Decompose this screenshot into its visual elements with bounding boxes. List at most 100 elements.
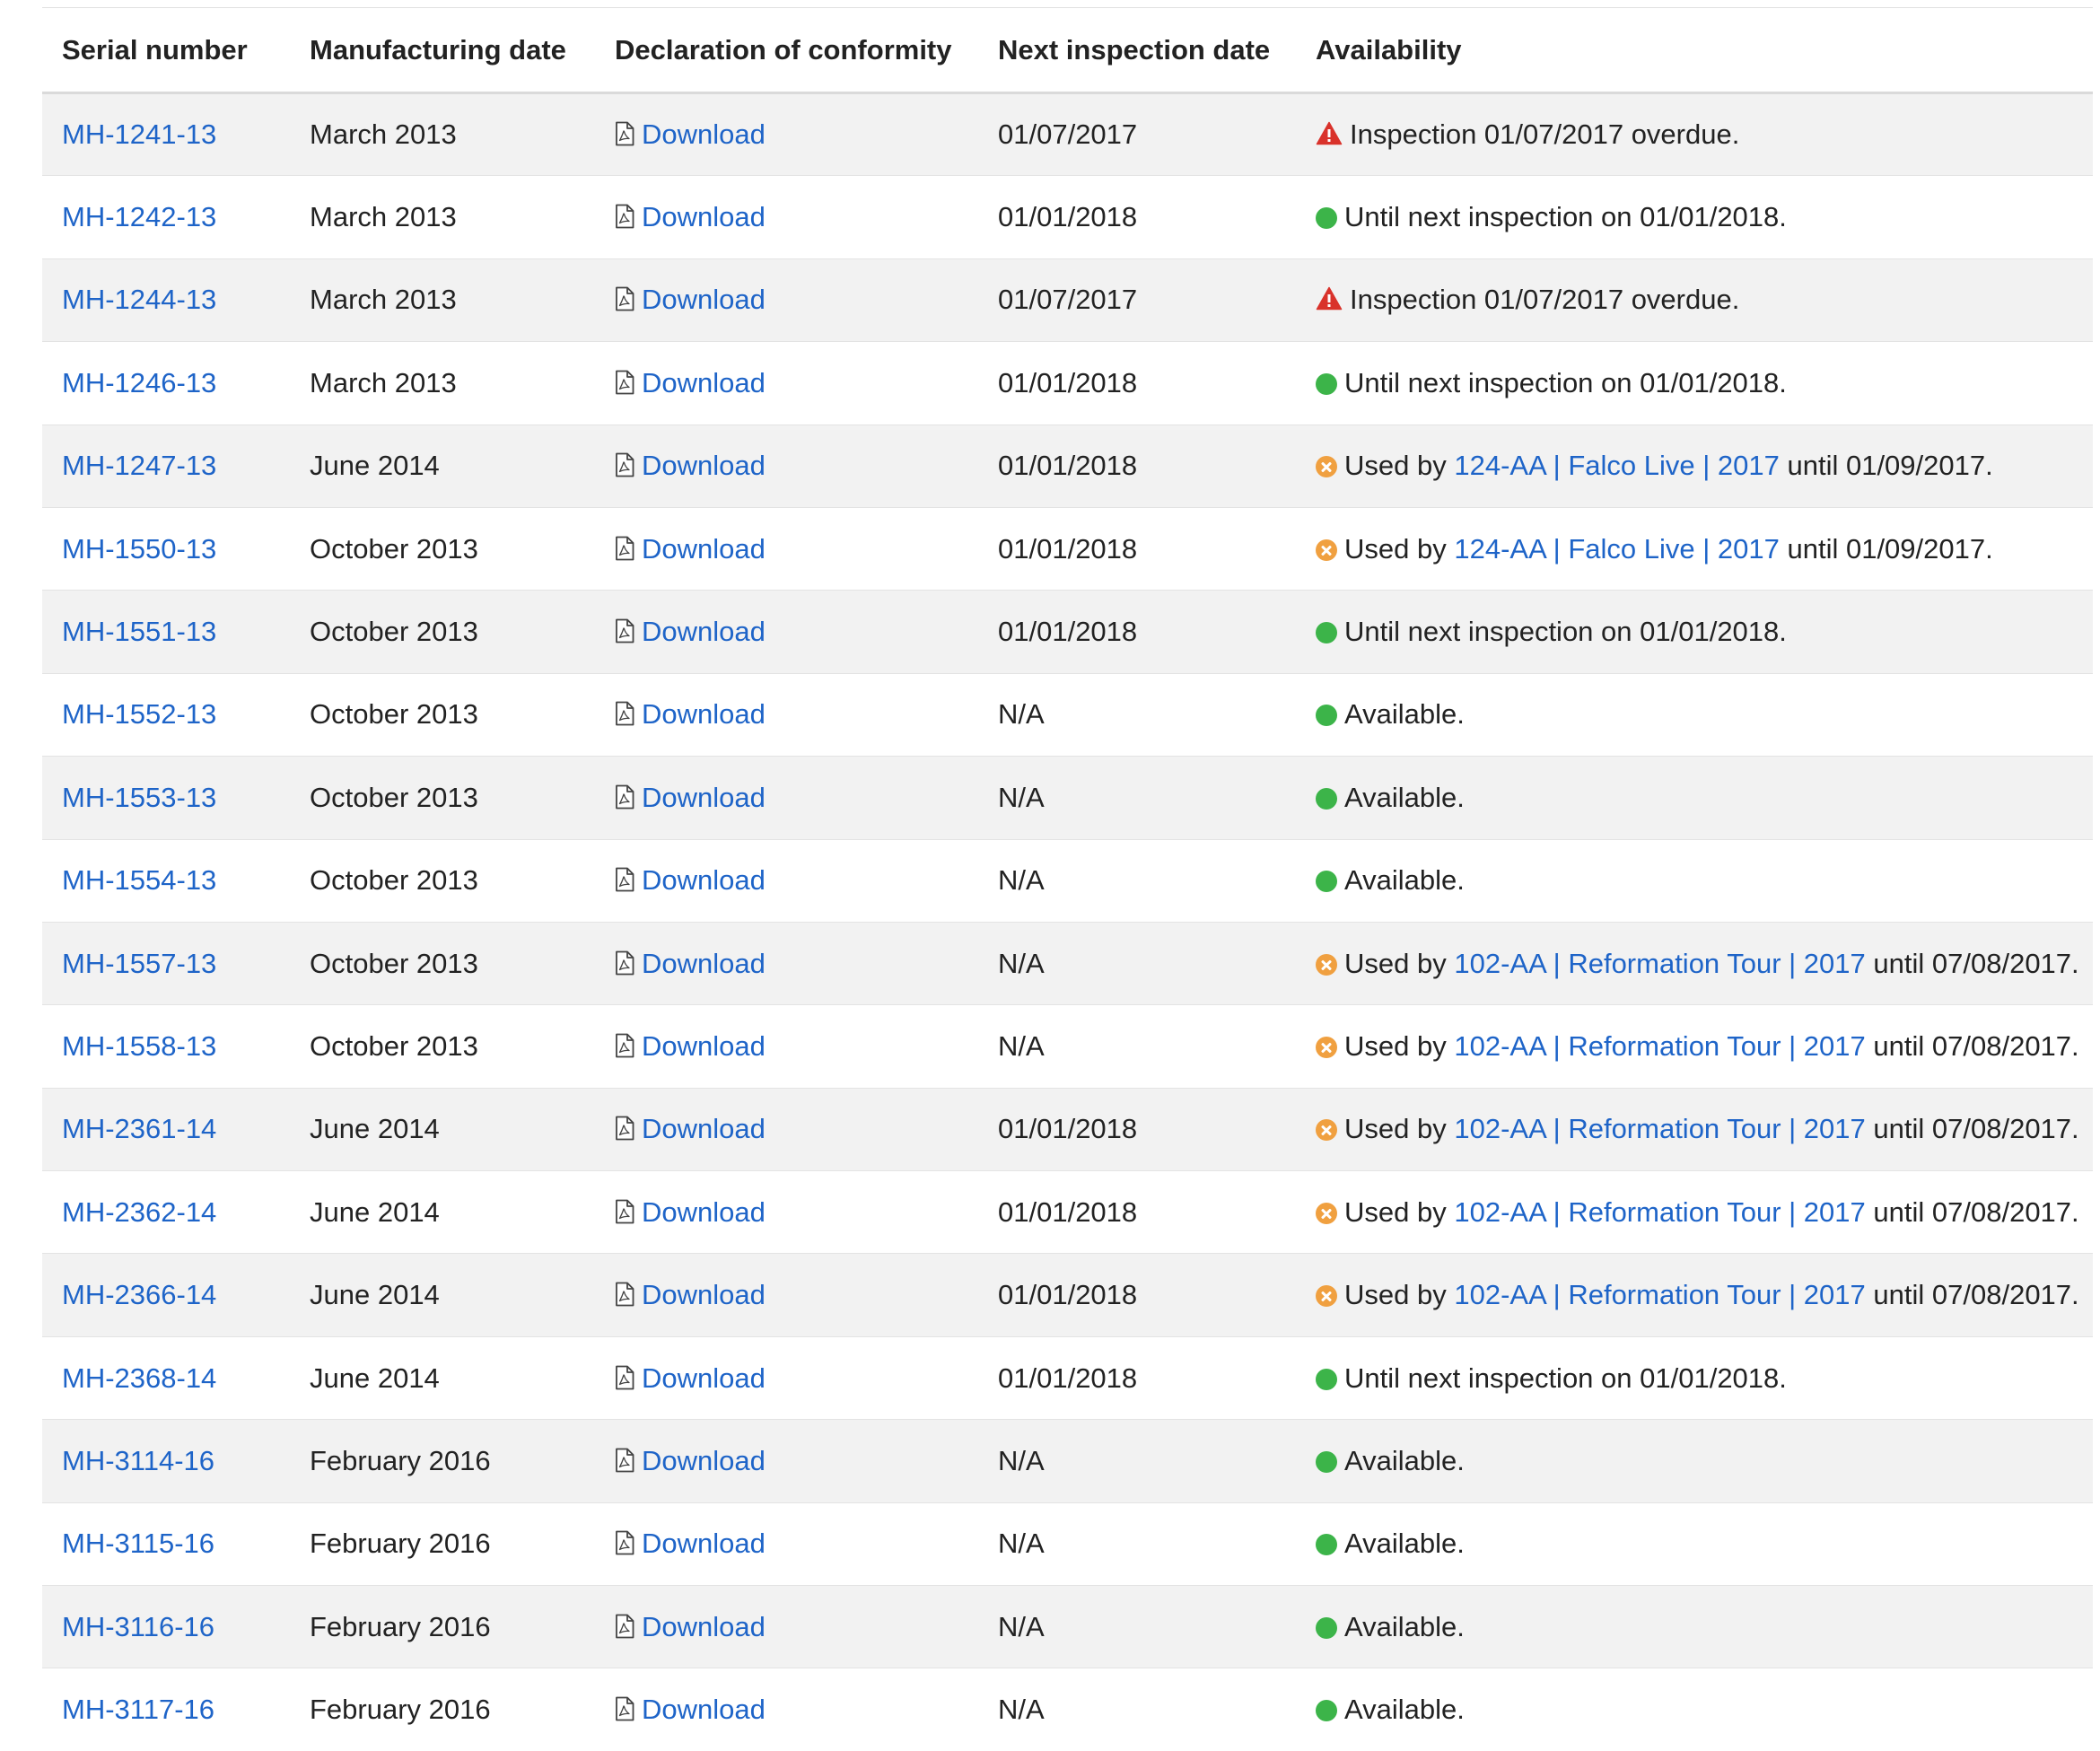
table-row: MH-3117-16February 2016DownloadN/AAvaila… (42, 1668, 2093, 1751)
download-label: Download (642, 201, 766, 232)
download-label: Download (642, 864, 766, 896)
cell-availability: Until next inspection on 01/01/2018. (1296, 591, 2093, 673)
green-status-dot-icon (1316, 871, 1337, 892)
project-link[interactable]: 102-AA | Reformation Tour | 2017 (1454, 1279, 1865, 1310)
cell-serial-number: MH-1551-13 (42, 591, 290, 673)
orange-x-circle-icon (1316, 1285, 1337, 1307)
pdf-document-icon (615, 1282, 634, 1307)
serial-number-link[interactable]: MH-1244-13 (62, 284, 216, 315)
download-declaration-link[interactable]: Download (615, 450, 766, 481)
availability-suffix: until 01/09/2017. (1787, 450, 1992, 481)
download-declaration-link[interactable]: Download (615, 1528, 766, 1559)
serial-number-link[interactable]: MH-2361-14 (62, 1113, 216, 1144)
cell-manufacturing-date: March 2013 (290, 342, 595, 425)
serial-number-link[interactable]: MH-2368-14 (62, 1362, 216, 1394)
serial-number-link[interactable]: MH-1557-13 (62, 948, 216, 979)
download-declaration-link[interactable]: Download (615, 1611, 766, 1642)
cell-declaration-of-conformity: Download (595, 839, 978, 922)
project-link[interactable]: 102-AA | Reformation Tour | 2017 (1454, 1030, 1865, 1062)
pdf-document-icon (615, 121, 634, 146)
cell-serial-number: MH-1553-13 (42, 757, 290, 839)
project-link[interactable]: 124-AA | Falco Live | 2017 (1454, 533, 1780, 565)
download-declaration-link[interactable]: Download (615, 1113, 766, 1144)
pdf-document-icon (615, 950, 634, 976)
download-declaration-link[interactable]: Download (615, 201, 766, 232)
table-row: MH-1551-13October 2013Download01/01/2018… (42, 591, 2093, 673)
project-link[interactable]: 124-AA | Falco Live | 2017 (1454, 450, 1780, 481)
project-link[interactable]: 102-AA | Reformation Tour | 2017 (1454, 1196, 1865, 1228)
cell-next-inspection-date: 01/01/2018 (978, 176, 1296, 258)
serial-number-link[interactable]: MH-1242-13 (62, 201, 216, 232)
serial-number-link[interactable]: MH-1247-13 (62, 450, 216, 481)
serial-number-link[interactable]: MH-1550-13 (62, 533, 216, 565)
serial-number-link[interactable]: MH-1551-13 (62, 616, 216, 647)
download-declaration-link[interactable]: Download (615, 1362, 766, 1394)
header-declaration-of-conformity: Declaration of conformity (595, 8, 978, 93)
orange-x-circle-icon (1316, 1203, 1337, 1224)
download-declaration-link[interactable]: Download (615, 533, 766, 565)
pdf-document-icon (615, 1614, 634, 1639)
download-declaration-link[interactable]: Download (615, 948, 766, 979)
download-declaration-link[interactable]: Download (615, 616, 766, 647)
cell-declaration-of-conformity: Download (595, 342, 978, 425)
serial-number-link[interactable]: MH-1241-13 (62, 118, 216, 150)
serial-number-link[interactable]: MH-1553-13 (62, 782, 216, 813)
table-row: MH-1241-13March 2013Download01/07/2017In… (42, 93, 2093, 176)
cell-serial-number: MH-2368-14 (42, 1336, 290, 1419)
table-row: MH-2368-14June 2014Download01/01/2018Unt… (42, 1336, 2093, 1419)
download-declaration-link[interactable]: Download (615, 1445, 766, 1476)
cell-next-inspection-date: 01/01/2018 (978, 591, 1296, 673)
cell-manufacturing-date: March 2013 (290, 176, 595, 258)
cell-next-inspection-date: 01/01/2018 (978, 425, 1296, 507)
green-status-dot-icon (1316, 1451, 1337, 1473)
serial-number-link[interactable]: MH-1554-13 (62, 864, 216, 896)
pdf-document-icon (615, 1530, 634, 1555)
cell-next-inspection-date: 01/01/2018 (978, 1254, 1296, 1336)
availability-prefix: Used by (1344, 1030, 1447, 1062)
serial-number-link[interactable]: MH-2366-14 (62, 1279, 216, 1310)
serial-number-link[interactable]: MH-1246-13 (62, 367, 216, 398)
cell-declaration-of-conformity: Download (595, 1420, 978, 1502)
cell-declaration-of-conformity: Download (595, 922, 978, 1004)
table-row: MH-1553-13October 2013DownloadN/AAvailab… (42, 757, 2093, 839)
download-declaration-link[interactable]: Download (615, 118, 766, 150)
download-label: Download (642, 1445, 766, 1476)
download-declaration-link[interactable]: Download (615, 1694, 766, 1725)
inventory-table-container: Serial number Manufacturing date Declara… (42, 7, 2093, 1751)
cell-serial-number: MH-1241-13 (42, 93, 290, 176)
download-label: Download (642, 1196, 766, 1228)
cell-serial-number: MH-1242-13 (42, 176, 290, 258)
download-declaration-link[interactable]: Download (615, 782, 766, 813)
pdf-document-icon (615, 867, 634, 892)
cell-availability: Used by 102-AA | Reformation Tour | 2017… (1296, 922, 2093, 1004)
download-label: Download (642, 616, 766, 647)
orange-x-circle-icon (1316, 1037, 1337, 1058)
project-link[interactable]: 102-AA | Reformation Tour | 2017 (1454, 948, 1865, 979)
availability-text: Until next inspection on 01/01/2018. (1344, 367, 1787, 398)
download-declaration-link[interactable]: Download (615, 1279, 766, 1310)
download-declaration-link[interactable]: Download (615, 1196, 766, 1228)
green-status-dot-icon (1316, 705, 1337, 726)
download-declaration-link[interactable]: Download (615, 698, 766, 730)
cell-serial-number: MH-2366-14 (42, 1254, 290, 1336)
header-serial-number: Serial number (42, 8, 290, 93)
cell-declaration-of-conformity: Download (595, 1668, 978, 1751)
download-declaration-link[interactable]: Download (615, 1030, 766, 1062)
serial-number-link[interactable]: MH-3115-16 (62, 1528, 214, 1559)
download-declaration-link[interactable]: Download (615, 864, 766, 896)
availability-text: Available. (1344, 1694, 1465, 1725)
serial-number-link[interactable]: MH-3114-16 (62, 1445, 214, 1476)
serial-number-link[interactable]: MH-1558-13 (62, 1030, 216, 1062)
serial-number-link[interactable]: MH-1552-13 (62, 698, 216, 730)
project-link[interactable]: 102-AA | Reformation Tour | 2017 (1454, 1113, 1865, 1144)
pdf-document-icon (615, 618, 634, 643)
download-declaration-link[interactable]: Download (615, 367, 766, 398)
cell-serial-number: MH-1247-13 (42, 425, 290, 507)
serial-number-link[interactable]: MH-2362-14 (62, 1196, 216, 1228)
download-label: Download (642, 698, 766, 730)
download-declaration-link[interactable]: Download (615, 284, 766, 315)
availability-prefix: Used by (1344, 948, 1447, 979)
cell-next-inspection-date: N/A (978, 673, 1296, 756)
serial-number-link[interactable]: MH-3116-16 (62, 1611, 214, 1642)
serial-number-link[interactable]: MH-3117-16 (62, 1694, 214, 1725)
